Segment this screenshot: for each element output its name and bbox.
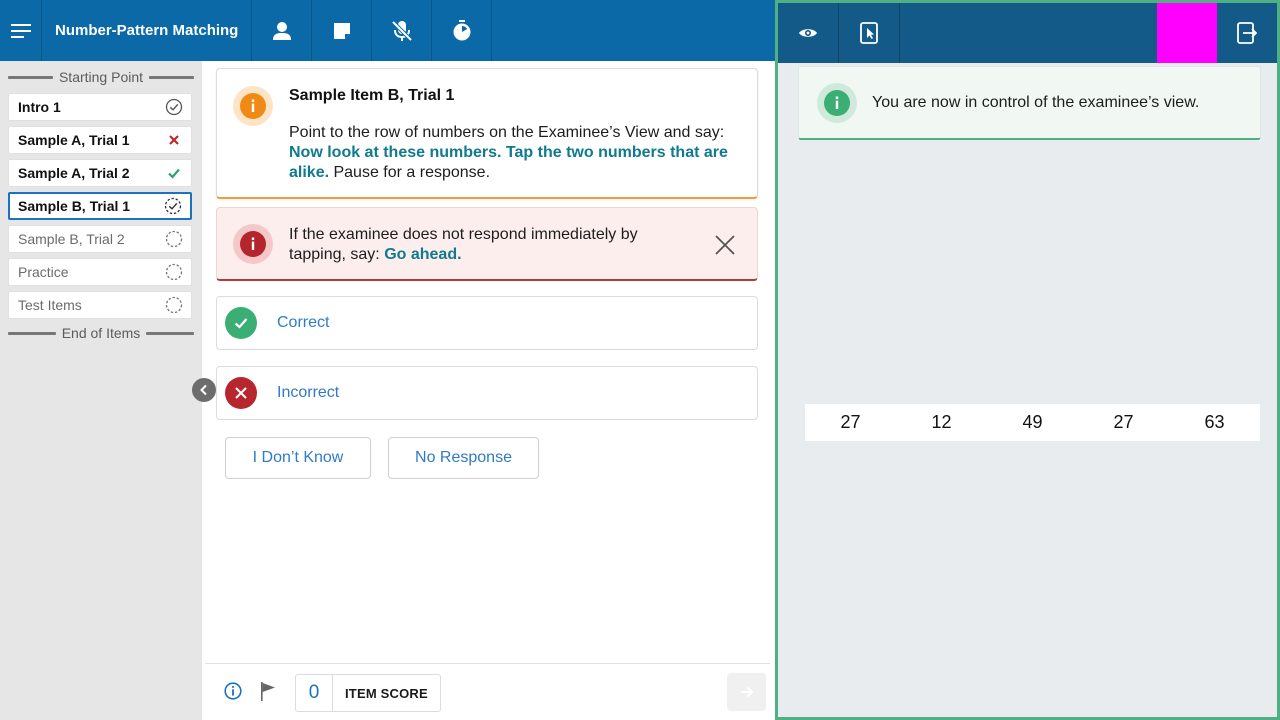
menu-button[interactable] (0, 0, 42, 61)
nav-item-sample-b-trial-2[interactable]: Sample B, Trial 2 (8, 225, 192, 253)
alert-badge (233, 224, 273, 264)
end-of-items-label: End of Items (61, 325, 141, 341)
alert-info-icon (251, 237, 255, 250)
close-icon (715, 235, 735, 255)
info-badge (817, 83, 857, 123)
nav-item-label: Test Items (18, 297, 82, 313)
menu-icon (10, 23, 31, 38)
notes-button[interactable] (312, 0, 373, 61)
flag-icon (261, 682, 275, 701)
arrow-right-icon (740, 686, 753, 698)
item-score: 0 ITEM SCORE (295, 674, 441, 712)
nav-item-label: Intro 1 (18, 99, 61, 115)
nav-item-label: Practice (18, 264, 69, 280)
eye-icon (799, 29, 817, 37)
nav-item-sample-a-trial-1[interactable]: Sample A, Trial 1 (8, 126, 192, 154)
instruction-card: Sample Item B, Trial 1 Point to the row … (216, 68, 758, 199)
item-score-value: 0 (296, 675, 333, 711)
dont-know-button[interactable]: I Don’t Know (225, 437, 371, 479)
not-started-icon (165, 230, 183, 248)
view-toggle-button[interactable] (778, 3, 839, 63)
exit-tablet-icon (1237, 22, 1257, 44)
no-response-button[interactable]: No Response (388, 437, 539, 479)
number-option[interactable]: 49 (987, 412, 1078, 433)
incorrect-label: Incorrect (277, 384, 340, 401)
nav-item-sample-a-trial-2[interactable]: Sample A, Trial 2 (8, 159, 192, 187)
alert-lead: If the examinee does not respond immedia… (289, 226, 638, 263)
examiner-toolbar: Number-Pattern Matching (0, 0, 775, 61)
nav-item-label: Sample B, Trial 2 (18, 231, 125, 247)
info-icon (835, 96, 839, 109)
alert-text: If the examinee does not respond immedia… (289, 225, 689, 265)
examiner-panel: Sample Item B, Trial 1 Point to the row … (205, 61, 770, 663)
nav-item-label: Sample A, Trial 1 (18, 132, 130, 148)
alert-say-text: Go ahead. (384, 246, 462, 263)
incorrect-x-icon (225, 377, 257, 409)
info-circle-icon (224, 682, 242, 700)
number-option[interactable]: 27 (1078, 412, 1169, 433)
timer-button[interactable] (432, 0, 493, 61)
correct-label: Correct (277, 314, 330, 331)
test-title: Number-Pattern Matching (42, 0, 253, 61)
info-button[interactable] (224, 682, 242, 705)
incorrect-x-icon (165, 131, 183, 149)
item-navigation-sidebar: Starting Point Intro 1 Sample A, Trial 1… (0, 61, 202, 720)
number-row: 27 12 49 27 63 (805, 404, 1260, 441)
nav-item-test-items[interactable]: Test Items (8, 291, 192, 319)
number-option[interactable]: 12 (896, 412, 987, 433)
close-alert-button[interactable] (713, 233, 737, 257)
in-progress-icon (164, 197, 182, 215)
control-info-banner: You are now in control of the examinee’s… (798, 66, 1261, 140)
not-started-icon (165, 296, 183, 314)
secondary-responses: I Don’t Know No Response (225, 437, 539, 479)
nav-item-practice[interactable]: Practice (8, 258, 192, 286)
examinee-info-button[interactable] (252, 0, 313, 61)
starting-point-label: Starting Point (58, 69, 144, 85)
end-of-items-divider: End of Items (8, 324, 194, 342)
exit-examinee-view-button[interactable] (1217, 3, 1277, 63)
microphone-button[interactable] (372, 0, 433, 61)
info-icon (251, 99, 255, 112)
correct-response-button[interactable]: Correct (216, 296, 758, 350)
item-title: Sample Item B, Trial 1 (289, 87, 455, 104)
starting-point-divider: Starting Point (8, 69, 194, 85)
instruction-lead: Point to the row of numbers on the Exami… (289, 124, 725, 141)
nav-item-intro-1[interactable]: Intro 1 (8, 93, 192, 121)
instruction-text: Point to the row of numbers on the Exami… (289, 123, 739, 183)
control-info-text: You are now in control of the examinee’s… (872, 94, 1200, 111)
alert-card: If the examinee does not respond immedia… (216, 207, 758, 281)
not-started-icon (165, 263, 183, 281)
chevron-left-icon (200, 384, 207, 396)
complete-check-icon (165, 98, 183, 116)
nav-item-label: Sample B, Trial 1 (18, 198, 131, 214)
examinee-view-panel: You are now in control of the examinee’s… (775, 0, 1280, 720)
correct-check-icon (225, 307, 257, 339)
collapse-sidebar-button[interactable] (192, 378, 216, 402)
notes-icon (333, 22, 350, 39)
nav-item-label: Sample A, Trial 2 (18, 165, 130, 181)
screen-marker (1157, 3, 1217, 63)
tablet-touch-icon (860, 22, 878, 44)
examinee-icon (272, 21, 291, 40)
microphone-off-icon (391, 20, 413, 41)
examiner-footer: 0 ITEM SCORE (205, 663, 775, 720)
correct-check-icon (165, 164, 183, 182)
nav-item-sample-b-trial-1[interactable]: Sample B, Trial 1 (8, 192, 192, 220)
item-score-label: ITEM SCORE (345, 685, 428, 701)
timer-icon (453, 19, 471, 40)
next-item-button[interactable] (727, 673, 766, 711)
tablet-control-button[interactable] (839, 3, 900, 63)
flag-button[interactable] (260, 682, 276, 706)
incorrect-response-button[interactable]: Incorrect (216, 366, 758, 420)
number-option[interactable]: 27 (805, 412, 896, 433)
info-badge (233, 86, 273, 126)
number-option[interactable]: 63 (1169, 412, 1260, 433)
instruction-tail: Pause for a response. (333, 164, 491, 181)
